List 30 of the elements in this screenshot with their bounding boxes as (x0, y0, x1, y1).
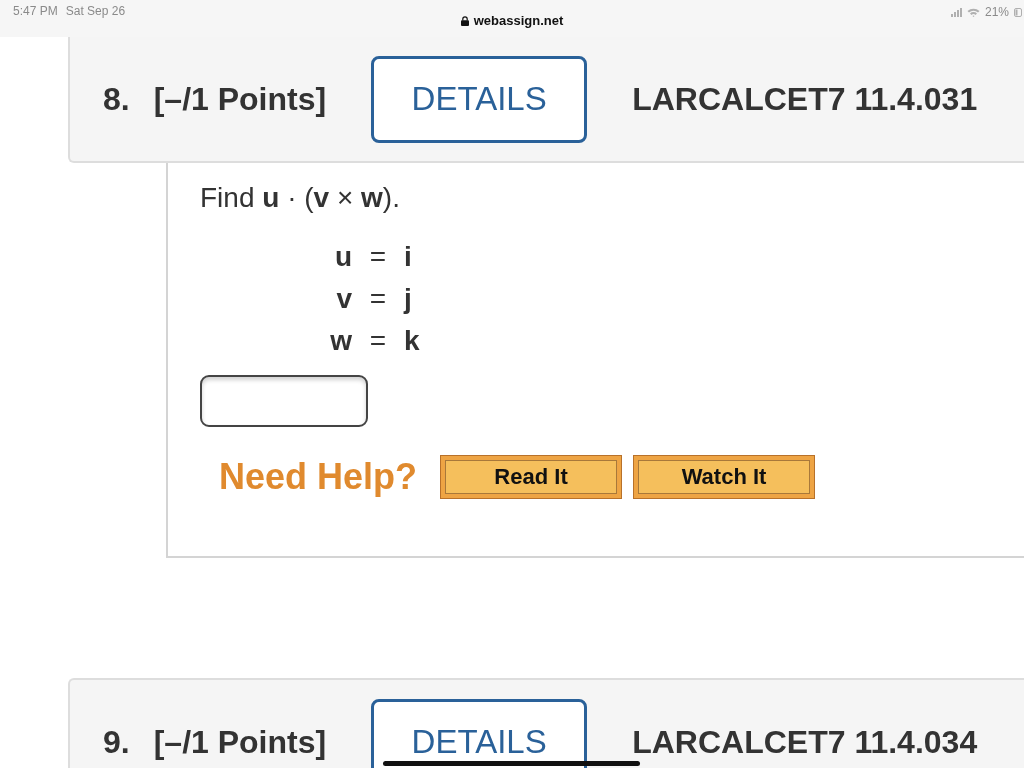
problem-reference: LARCALCET7 11.4.031 (632, 81, 978, 117)
equation-variable: v (335, 282, 352, 316)
equals-sign: = (368, 282, 388, 316)
wifi-icon (966, 7, 980, 17)
equation-value: j (404, 282, 412, 316)
status-time: 5:47 PM (13, 3, 58, 19)
details-button[interactable]: DETAILS (371, 698, 588, 768)
equation-value: k (404, 324, 420, 358)
lock-icon (460, 16, 469, 26)
battery-icon (1014, 7, 1022, 17)
details-button[interactable]: DETAILS (371, 55, 588, 143)
help-button[interactable]: Watch It (633, 455, 816, 499)
points-label: [–/1 Points] (153, 724, 327, 760)
question-number: 9. (103, 724, 130, 760)
problem-reference: LARCALCET7 11.4.034 (632, 724, 978, 760)
equation-variable: w (329, 324, 352, 358)
question-prompt: Find u · (v × w). (200, 181, 401, 215)
equals-sign: = (368, 240, 388, 274)
signal-icon (950, 7, 962, 17)
points-label: [–/1 Points] (153, 81, 327, 117)
answer-field[interactable] (200, 375, 368, 427)
status-date: Sat Sep 26 (65, 3, 126, 19)
question-number: 8. (103, 81, 130, 117)
equals-sign: = (368, 324, 388, 358)
equation-variable: u (333, 240, 352, 274)
battery-percent: 21% (984, 4, 1009, 20)
help-button[interactable]: Read It (440, 455, 623, 499)
equation-value: i (404, 240, 412, 274)
need-help-label: Need Help? (219, 455, 418, 499)
address-url[interactable]: webassign.net (473, 13, 564, 29)
